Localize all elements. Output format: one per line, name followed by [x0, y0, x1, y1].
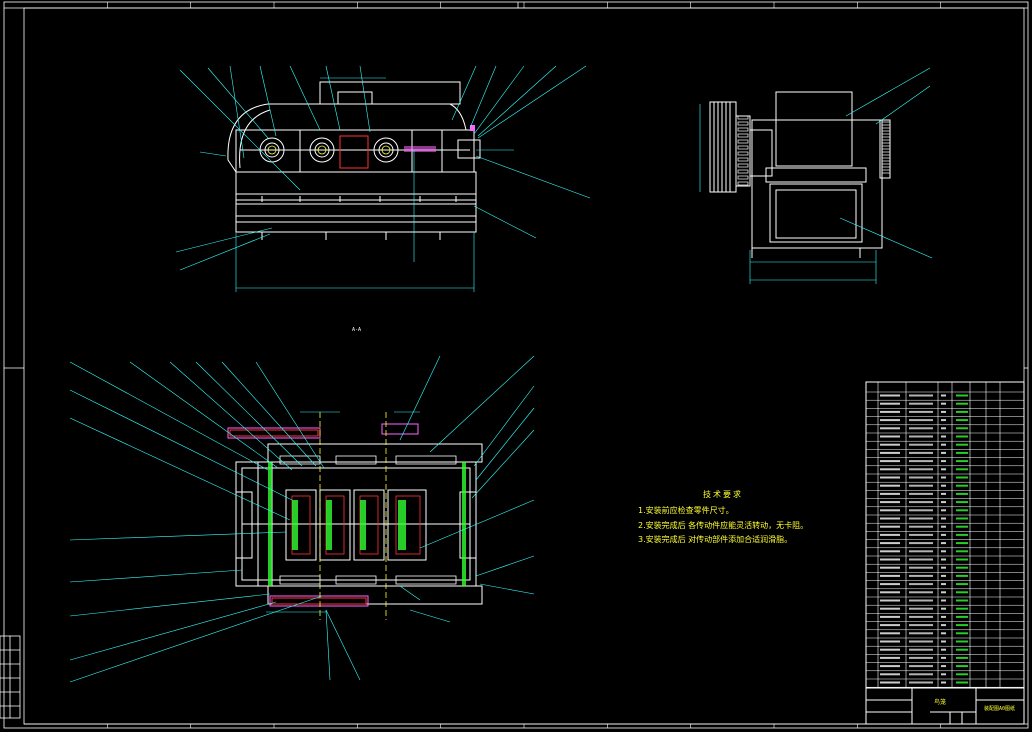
- front-view: [175, 65, 591, 292]
- side-view: [699, 67, 933, 284]
- technical-requirements-title: 技术要求: [703, 490, 743, 499]
- parts-list: [865, 381, 1025, 689]
- drawing-number: 装配图A0图纸: [984, 706, 1016, 712]
- section-mark: A-A: [352, 327, 362, 333]
- section-view: [69, 355, 535, 683]
- drawing-name: 鸟笼: [934, 699, 947, 706]
- requirement-item: 3.安装完成后 对传动部件添加合适润滑脂。: [638, 535, 793, 544]
- cad-drawing-canvas[interactable]: [0, 0, 1032, 732]
- requirement-item: 2.安装完成后 各传动件应能灵活转动，无卡阻。: [638, 521, 809, 530]
- drawing-frame: [3, 1, 1029, 729]
- requirement-item: 1.安装前应检查零件尺寸。: [638, 506, 734, 515]
- revision-table: [0, 635, 21, 719]
